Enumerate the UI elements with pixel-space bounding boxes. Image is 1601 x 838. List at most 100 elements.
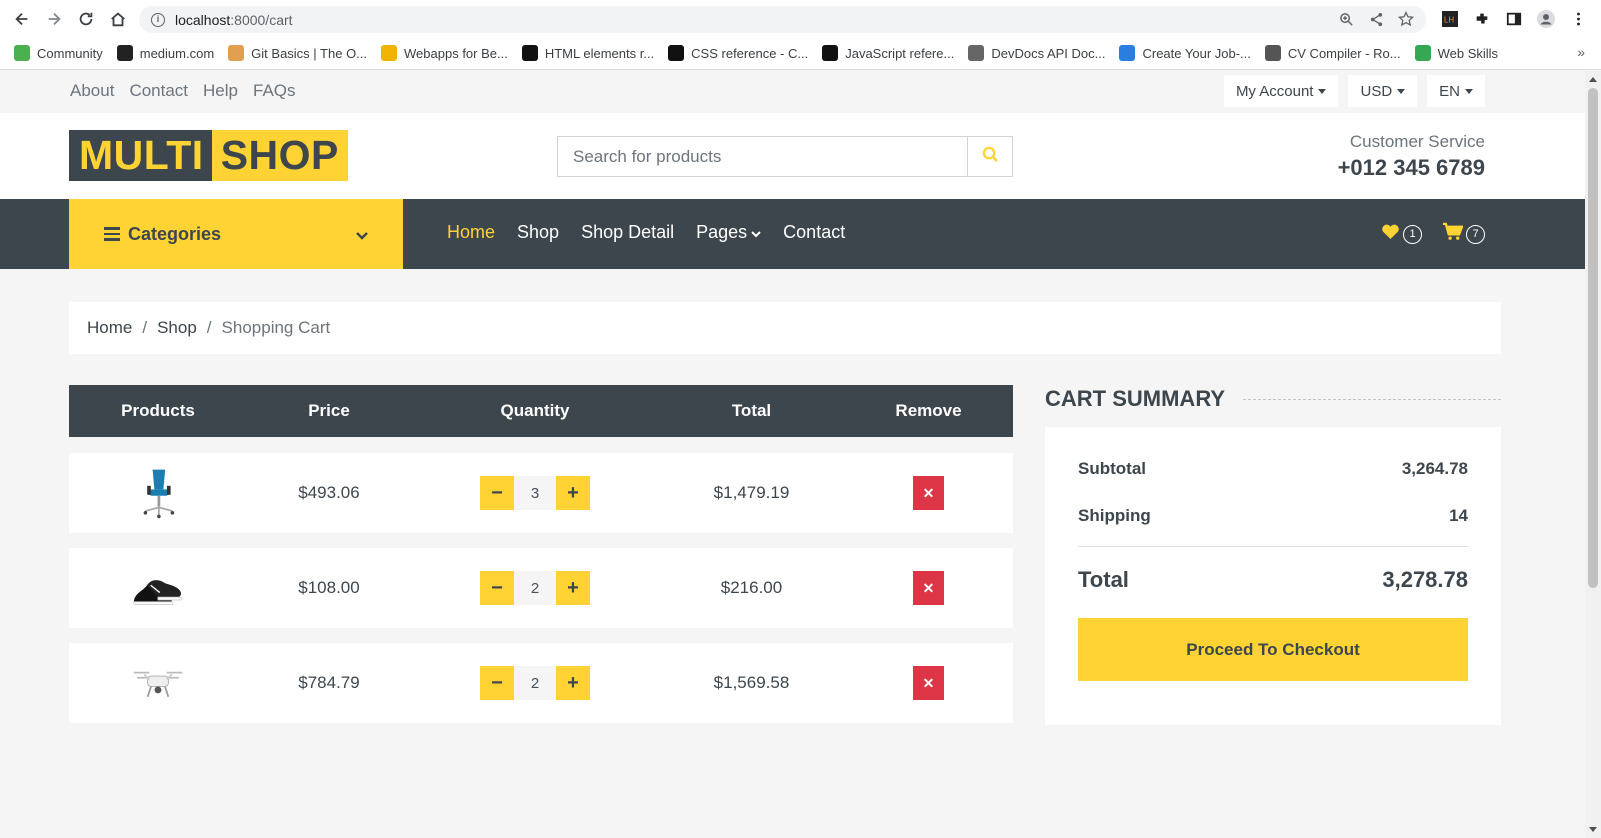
share-icon[interactable]	[1368, 11, 1384, 27]
top-bar: About Contact Help FAQs My Account USD E…	[0, 71, 1585, 113]
nav-contact[interactable]: Contact	[783, 222, 845, 243]
bookmark-item[interactable]: JavaScript refere...	[822, 45, 954, 61]
bookmark-item[interactable]: HTML elements r...	[521, 45, 655, 61]
search-button[interactable]	[967, 136, 1013, 177]
side-panel-icon[interactable]	[1505, 10, 1523, 28]
shipping-value: 14	[1449, 506, 1468, 525]
remove-button[interactable]: ✕	[913, 666, 944, 700]
bookmark-label: CSS reference - C...	[691, 45, 809, 61]
site-info-icon[interactable]: i	[151, 12, 165, 27]
profile-avatar-icon[interactable]	[1537, 10, 1555, 28]
bookmark-label: Webapps for Be...	[404, 45, 508, 61]
remove-button[interactable]: ✕	[913, 476, 944, 510]
chevron-down-icon	[356, 224, 368, 245]
account-dropdown[interactable]: My Account	[1223, 75, 1339, 107]
categories-toggle[interactable]: Categories	[69, 199, 403, 269]
nav-shop-detail[interactable]: Shop Detail	[581, 222, 674, 243]
zoom-icon[interactable]	[1338, 11, 1354, 27]
plus-button[interactable]: +	[556, 476, 590, 510]
page-scrollbar[interactable]	[1585, 71, 1601, 838]
bookmark-item[interactable]: CSS reference - C...	[668, 45, 808, 61]
quantity-input[interactable]: 2	[514, 666, 556, 700]
logo-part-1: MULTI	[69, 130, 212, 181]
extensions-puzzle-icon[interactable]	[1473, 10, 1491, 28]
bookmark-favicon-icon	[1414, 45, 1431, 61]
minus-button[interactable]: −	[480, 571, 514, 605]
bookmark-favicon-icon	[668, 45, 685, 61]
subtotal-value: 3,264.78	[1401, 459, 1468, 478]
main-navbar: Categories Home Shop Shop Detail Pages C…	[0, 199, 1585, 269]
bookmark-favicon-icon	[1119, 45, 1136, 61]
drone-image[interactable]	[128, 653, 188, 713]
plus-button[interactable]: +	[556, 571, 590, 605]
table-row: $493.06 − 3 + $1,479.19 ✕	[69, 453, 1013, 533]
bookmarks-overflow-icon[interactable]: »	[1577, 44, 1585, 60]
wishlist-count-badge: 1	[1403, 224, 1422, 244]
office-chair-image[interactable]	[128, 463, 188, 523]
minus-button[interactable]: −	[480, 476, 514, 510]
top-link-help[interactable]: Help	[203, 81, 238, 101]
row-price: $493.06	[298, 483, 360, 502]
browser-menu-icon[interactable]	[1569, 10, 1587, 28]
page: About Contact Help FAQs My Account USD E…	[0, 71, 1585, 838]
table-row: $784.79 − 2 + $1,569.58 ✕	[69, 643, 1013, 723]
bookmark-item[interactable]: Create Your Job-...	[1119, 45, 1251, 61]
bookmark-item[interactable]: Web Skills	[1414, 45, 1498, 61]
heart-icon	[1381, 223, 1400, 245]
logo[interactable]: MULTI SHOP	[69, 130, 348, 181]
lighthouse-extension-icon[interactable]: LH	[1441, 10, 1459, 28]
bookmark-favicon-icon	[116, 45, 133, 61]
bookmark-item[interactable]: Webapps for Be...	[381, 45, 508, 61]
account-label: My Account	[1235, 82, 1314, 100]
scroll-down-arrow-icon[interactable]	[1589, 827, 1597, 832]
scroll-up-arrow-icon[interactable]	[1589, 77, 1597, 82]
top-link-faqs[interactable]: FAQs	[253, 81, 296, 101]
bookmark-item[interactable]: Git Basics | The O...	[228, 45, 367, 61]
bookmark-favicon-icon	[228, 45, 245, 61]
row-total: $1,569.58	[713, 673, 790, 692]
breadcrumb: Home / Shop / Shopping Cart	[69, 302, 1501, 354]
bookmark-item[interactable]: DevDocs API Doc...	[968, 45, 1105, 61]
bookmark-item[interactable]: CV Compiler - Ro...	[1264, 45, 1401, 61]
quantity-input[interactable]: 2	[514, 571, 556, 605]
customer-service-label: Customer Service	[1349, 132, 1485, 151]
back-arrow-icon[interactable]	[11, 8, 33, 30]
bookmark-favicon-icon	[968, 45, 985, 61]
row-price: $784.79	[298, 673, 360, 692]
proceed-to-checkout-button[interactable]: Proceed To Checkout	[1078, 618, 1468, 681]
subtotal-label: Subtotal	[1078, 459, 1146, 478]
quantity-input[interactable]: 3	[514, 476, 556, 510]
cart-link[interactable]: 7	[1442, 222, 1485, 246]
remove-button[interactable]: ✕	[913, 571, 944, 605]
row-total: $1,479.19	[713, 483, 790, 502]
wishlist-link[interactable]: 1	[1381, 223, 1422, 245]
minus-button[interactable]: −	[480, 666, 514, 700]
bookmark-item[interactable]: Community	[14, 45, 103, 61]
currency-dropdown[interactable]: USD	[1348, 75, 1418, 107]
nav-shop[interactable]: Shop	[517, 222, 559, 243]
top-link-about[interactable]: About	[70, 81, 114, 101]
language-dropdown[interactable]: EN	[1427, 75, 1485, 107]
quantity-stepper: − 2 +	[480, 666, 590, 700]
chevron-down-icon	[751, 222, 761, 243]
nav-home[interactable]: Home	[447, 222, 495, 243]
forward-arrow-icon[interactable]	[43, 8, 65, 30]
address-bar[interactable]: i localhost:8000/cart	[139, 6, 1426, 33]
bookmark-star-icon[interactable]	[1398, 11, 1414, 27]
nav-menu: Home Shop Shop Detail Pages Contact	[447, 222, 845, 243]
cart-count-badge: 7	[1466, 224, 1485, 244]
nav-pages[interactable]: Pages	[696, 222, 761, 243]
bookmark-label: HTML elements r...	[544, 45, 655, 61]
row-price: $108.00	[298, 578, 360, 597]
quantity-stepper: − 3 +	[480, 476, 590, 510]
reload-icon[interactable]	[75, 8, 97, 30]
breadcrumb-shop[interactable]: Shop	[157, 318, 197, 338]
breadcrumb-home[interactable]: Home	[87, 318, 132, 338]
top-link-contact[interactable]: Contact	[129, 81, 188, 101]
search-input[interactable]	[557, 136, 967, 177]
scrollbar-thumb[interactable]	[1588, 88, 1598, 588]
bookmark-item[interactable]: medium.com	[116, 45, 214, 61]
home-icon[interactable]	[107, 8, 129, 30]
sneakers-image[interactable]	[128, 558, 188, 618]
plus-button[interactable]: +	[556, 666, 590, 700]
